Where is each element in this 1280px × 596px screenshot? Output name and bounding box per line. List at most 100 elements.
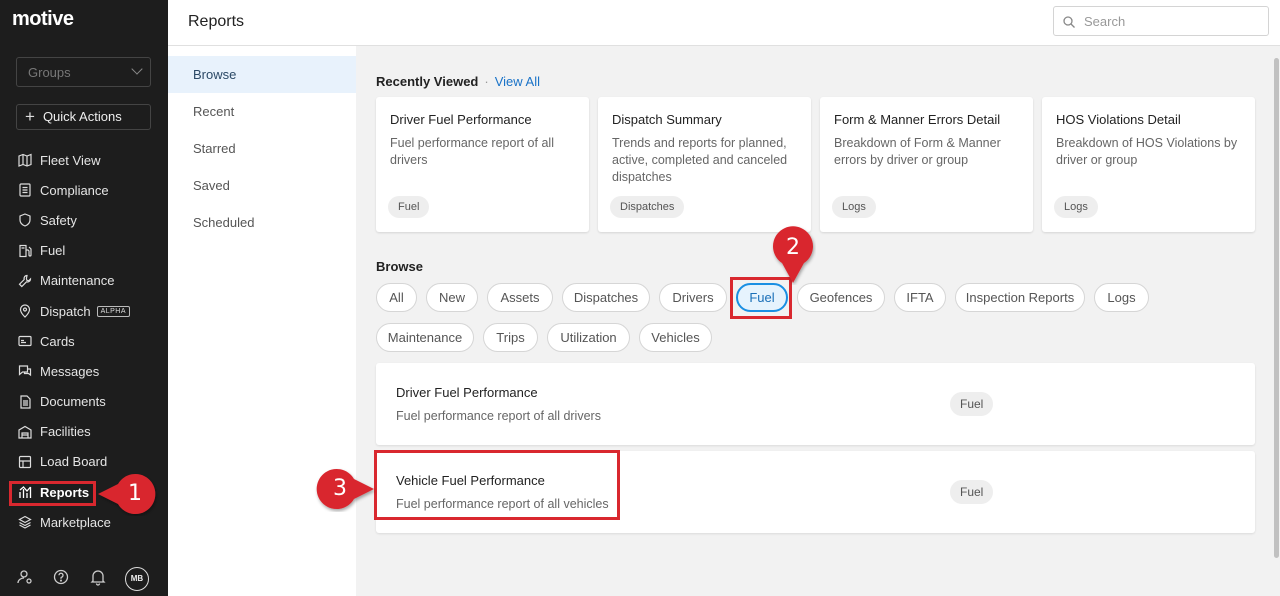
search-icon: [1062, 15, 1076, 29]
card-title: Dispatch Summary: [612, 112, 722, 127]
shield-icon: [18, 213, 32, 228]
card-tag: Logs: [832, 196, 876, 218]
layers-icon: [18, 515, 32, 530]
vehicle-fuel-highlight-box: [374, 450, 620, 520]
browse-heading: Browse: [376, 259, 423, 274]
groups-placeholder: Groups: [28, 65, 71, 80]
sidebar-item-fuel[interactable]: Fuel: [0, 236, 168, 266]
sidebar-item-label: Cards: [40, 333, 75, 349]
top-bar: Reports Search: [168, 0, 1280, 46]
card-title: Form & Manner Errors Detail: [834, 112, 1001, 127]
recently-viewed-title: Recently Viewed: [376, 74, 479, 89]
view-all-link[interactable]: View All: [495, 74, 540, 89]
sidebar-item-maintenance[interactable]: Maintenance: [0, 266, 168, 296]
sidebar-item-compliance[interactable]: Compliance: [0, 175, 168, 205]
chip-ifta[interactable]: IFTA: [894, 283, 946, 312]
chat-icon: [18, 364, 32, 378]
subnav-saved[interactable]: Saved: [168, 167, 356, 204]
scrollbar-thumb[interactable]: [1274, 58, 1279, 558]
result-tag: Fuel: [950, 392, 994, 416]
wrench-icon: [18, 274, 32, 288]
card-description: Fuel performance report of all drivers: [390, 136, 554, 167]
card-icon: [18, 334, 32, 348]
route-pin-icon: [18, 304, 32, 318]
recent-card-driver-fuel-performance[interactable]: Driver Fuel Performance Fuel performance…: [376, 97, 589, 232]
recent-card-dispatch-summary[interactable]: Dispatch Summary Trends and reports for …: [598, 97, 811, 232]
map-icon: [18, 153, 32, 167]
card-title: HOS Violations Detail: [1056, 112, 1181, 127]
sidebar-item-label: Compliance: [40, 182, 109, 198]
chip-maintenance[interactable]: Maintenance: [376, 323, 474, 352]
building-icon: [18, 425, 32, 439]
sidebar-item-messages[interactable]: Messages: [0, 356, 168, 386]
reports-highlight-box: [9, 481, 96, 506]
board-icon: [18, 455, 32, 469]
chip-logs[interactable]: Logs: [1094, 283, 1149, 312]
result-tag: Fuel: [950, 480, 994, 504]
bell-icon[interactable]: [89, 568, 107, 586]
sidebar-item-facilities[interactable]: Facilities: [0, 417, 168, 447]
callout-1: 1: [96, 472, 160, 516]
quick-actions-button[interactable]: + Quick Actions: [16, 104, 151, 130]
callout-number: 2: [786, 235, 800, 260]
chip-new[interactable]: New: [426, 283, 478, 312]
card-tag: Dispatches: [610, 196, 685, 218]
fuel-pump-icon: [18, 244, 32, 258]
sidebar-item-label: Fuel: [40, 243, 66, 259]
callout-2: 2: [770, 223, 816, 285]
subnav-recent[interactable]: Recent: [168, 93, 356, 130]
user-settings-icon[interactable]: [16, 568, 34, 586]
page-title: Reports: [188, 13, 245, 30]
chevron-down-icon: [131, 63, 143, 75]
sidebar-item-label: Documents: [40, 394, 106, 410]
card-title: Driver Fuel Performance: [390, 112, 532, 127]
subnav-browse[interactable]: Browse: [168, 56, 356, 93]
card-description: Breakdown of HOS Violations by driver or…: [1056, 136, 1238, 167]
chip-all[interactable]: All: [376, 283, 417, 312]
plus-icon: +: [25, 107, 35, 126]
sidebar-item-cards[interactable]: Cards: [0, 326, 168, 356]
chip-assets[interactable]: Assets: [487, 283, 553, 312]
card-tag: Logs: [1054, 196, 1098, 218]
chip-vehicles[interactable]: Vehicles: [639, 323, 712, 352]
sidebar-item-label: Fleet View: [40, 152, 101, 168]
result-title: Driver Fuel Performance: [396, 385, 538, 400]
groups-select[interactable]: Groups: [16, 57, 151, 87]
subnav-scheduled[interactable]: Scheduled: [168, 204, 356, 241]
chip-trips[interactable]: Trips: [483, 323, 538, 352]
callout-3: 3: [314, 466, 376, 512]
sidebar-item-safety[interactable]: Safety: [0, 205, 168, 235]
recent-card-hos-violations[interactable]: HOS Violations Detail Breakdown of HOS V…: [1042, 97, 1255, 232]
sidebar-item-dispatch[interactable]: Dispatch ALPHA: [0, 296, 168, 326]
search-input[interactable]: Search: [1053, 6, 1269, 36]
card-description: Breakdown of Form & Manner errors by dri…: [834, 136, 1001, 167]
sidebar-item-documents[interactable]: Documents: [0, 387, 168, 417]
motive-logo[interactable]: motive: [12, 8, 74, 31]
chip-geofences[interactable]: Geofences: [797, 283, 885, 312]
sidebar-item-label: Marketplace: [40, 514, 111, 530]
chip-utilization[interactable]: Utilization: [547, 323, 630, 352]
callout-number: 1: [128, 481, 142, 506]
subnav-starred[interactable]: Starred: [168, 130, 356, 167]
alpha-badge: ALPHA: [96, 305, 131, 317]
help-icon[interactable]: [52, 568, 70, 586]
chip-inspection-reports[interactable]: Inspection Reports: [955, 283, 1085, 312]
main-scrollbar[interactable]: [1272, 46, 1280, 596]
list-icon: [18, 183, 32, 197]
recently-viewed-heading: Recently Viewed · View All: [376, 74, 540, 89]
sidebar-item-label: Load Board: [40, 454, 108, 470]
search-placeholder: Search: [1084, 14, 1126, 29]
sidebar-item-label: Maintenance: [40, 273, 115, 289]
sidebar-item-fleet-view[interactable]: Fleet View: [0, 145, 168, 175]
chip-drivers[interactable]: Drivers: [659, 283, 727, 312]
result-driver-fuel-performance[interactable]: Driver Fuel Performance Fuel performance…: [376, 363, 1255, 445]
recent-card-form-manner-errors[interactable]: Form & Manner Errors Detail Breakdown of…: [820, 97, 1033, 232]
document-icon: [18, 394, 32, 409]
sidebar-item-label: Messages: [40, 363, 100, 379]
chip-dispatches[interactable]: Dispatches: [562, 283, 650, 312]
card-tag: Fuel: [388, 196, 430, 218]
result-description: Fuel performance report of all drivers: [396, 409, 601, 423]
avatar[interactable]: MB: [125, 567, 149, 591]
sidebar-item-label: Dispatch: [40, 303, 91, 319]
quick-actions-label: Quick Actions: [42, 109, 122, 124]
